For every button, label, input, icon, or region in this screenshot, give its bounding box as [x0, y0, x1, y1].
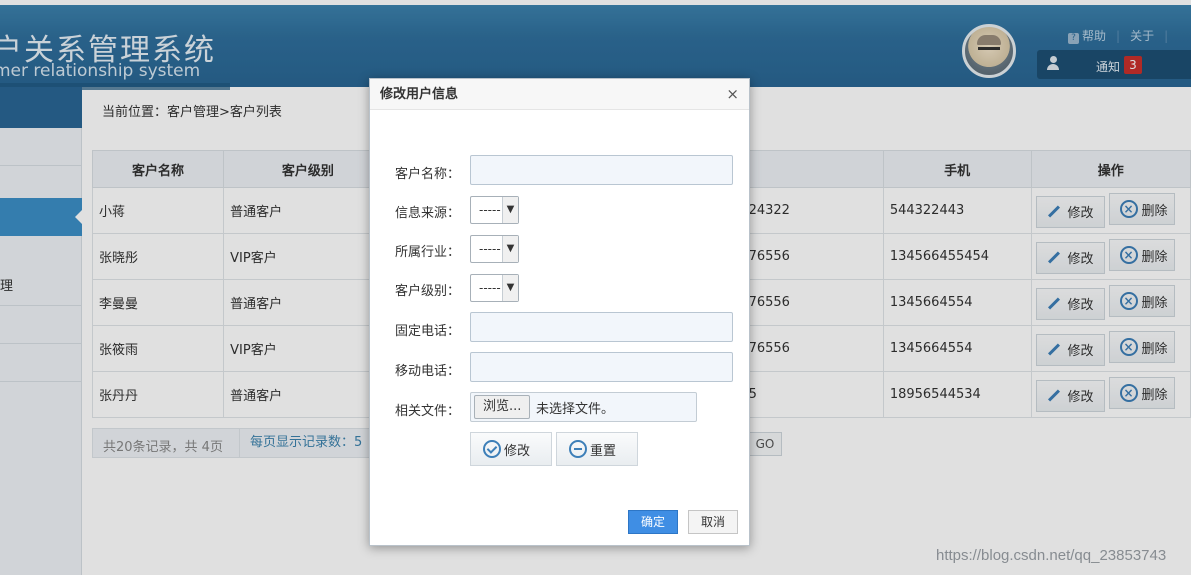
dialog-title: 修改用户信息 [370, 79, 749, 110]
minus-circle-icon [569, 440, 587, 458]
label-customer-name: 客户名称： [395, 167, 461, 182]
label-level: 客户级别： [395, 284, 461, 299]
cancel-button[interactable]: 取消 [688, 510, 738, 534]
level-select-value: ----- [479, 281, 501, 295]
modify-button-label: 修改 [504, 443, 531, 459]
customer-name-input[interactable] [470, 155, 733, 185]
ok-button[interactable]: 确定 [628, 510, 678, 534]
close-icon[interactable]: × [726, 79, 739, 110]
label-phone: 固定电话： [395, 324, 461, 339]
file-status: 未选择文件。 [536, 402, 615, 417]
label-file: 相关文件： [395, 404, 461, 419]
label-industry: 所属行业： [395, 245, 461, 260]
reset-button[interactable]: 重置 [556, 432, 638, 466]
phone-input[interactable] [470, 312, 733, 342]
chevron-down-icon: ▼ [502, 236, 518, 262]
file-input[interactable]: 浏览... 未选择文件。 [470, 392, 697, 422]
reset-button-label: 重置 [590, 443, 617, 459]
industry-select-value: ----- [479, 242, 501, 256]
chevron-down-icon: ▼ [502, 275, 518, 301]
level-select[interactable]: ----- ▼ [470, 274, 519, 302]
industry-select[interactable]: ----- ▼ [470, 235, 519, 263]
source-select[interactable]: ----- ▼ [470, 196, 519, 224]
label-source: 信息来源： [395, 206, 461, 221]
label-mobile: 移动电话： [395, 364, 461, 379]
mobile-input[interactable] [470, 352, 733, 382]
browse-button[interactable]: 浏览... [474, 395, 531, 419]
modify-button[interactable]: 修改 [470, 432, 552, 466]
chevron-down-icon: ▼ [502, 197, 518, 223]
edit-user-dialog: 修改用户信息 × 客户名称： 信息来源： ----- ▼ 所属行业： ----- ▼… [369, 78, 750, 546]
source-select-value: ----- [479, 203, 501, 217]
check-circle-icon [483, 440, 501, 458]
